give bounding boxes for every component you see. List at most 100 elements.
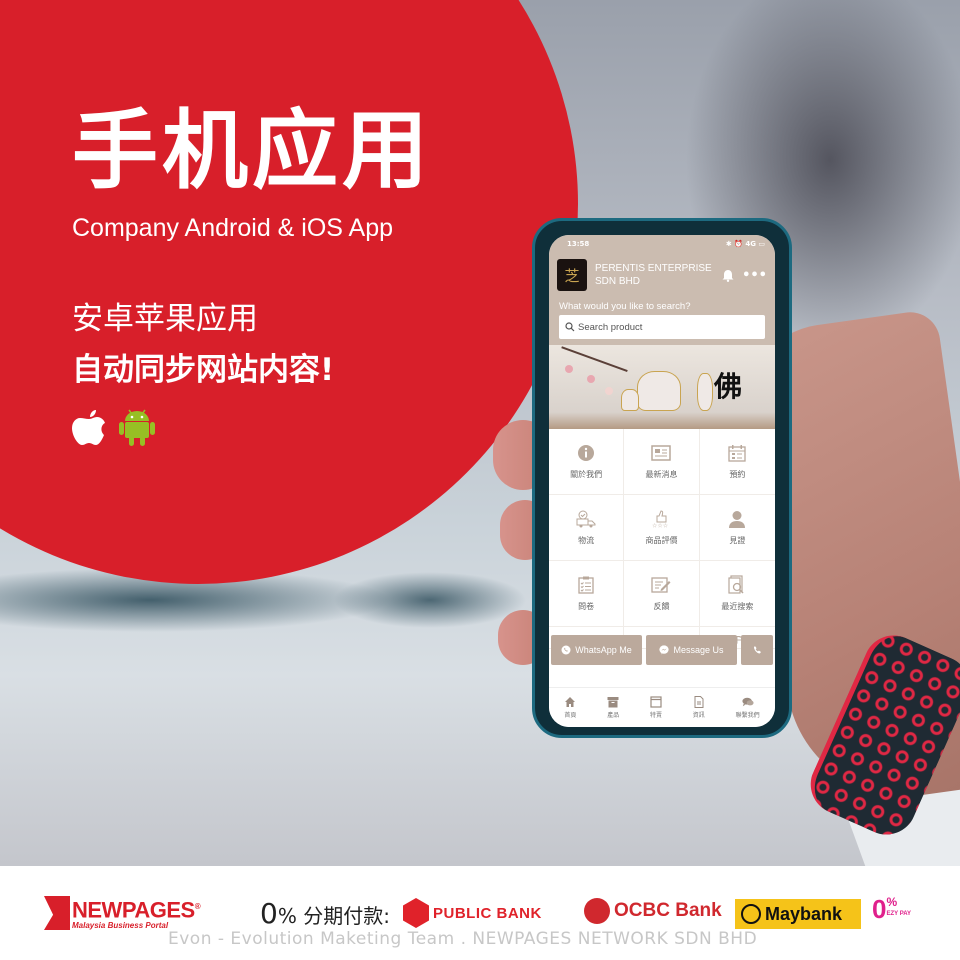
tab-item[interactable]: 特賣 [650, 696, 662, 719]
newpages-logo[interactable]: NEWPAGES® Malaysia Business Portal [44, 896, 201, 930]
tab-item[interactable]: 首頁 [564, 696, 576, 719]
feedback-edit-icon [651, 575, 671, 595]
newpages-flag-icon [44, 896, 70, 930]
call-button[interactable] [741, 635, 773, 665]
company-name: PERENTIS ENTERPRISE SDN BHD [595, 262, 714, 288]
public-bank-name: PUBLIC BANK [433, 904, 542, 922]
menu-item[interactable]: 反饋 [624, 561, 700, 627]
tab-label: 資訊 [692, 712, 705, 719]
company-name-line-2: SDN BHD [595, 276, 641, 287]
ezypay-zero: 0 [872, 894, 887, 924]
status-icons: ✱ ⏰ 4G ▭ [725, 240, 765, 248]
hero-line-1: 安卓苹果应用 [72, 301, 258, 337]
window-icon [650, 696, 662, 708]
phone-icon [753, 645, 761, 653]
menu-item[interactable]: 最新消息 [624, 429, 700, 495]
checklist-icon [576, 575, 596, 595]
archive-box-icon [607, 696, 619, 708]
menu-item-label: 問卷 [578, 602, 595, 611]
menu-item-label: 物流 [578, 536, 595, 545]
tab-label: 產品 [607, 712, 620, 719]
company-logo: 芝 [557, 259, 587, 291]
menu-item-label: 商品評價 [645, 536, 678, 545]
menu-item[interactable]: 預約 [699, 429, 775, 495]
jar [621, 389, 639, 411]
maybank-name: Maybank [765, 903, 843, 924]
menu-item[interactable]: 關於我們 [549, 429, 625, 495]
maybank-tiger-icon [741, 904, 761, 924]
user-icon [727, 509, 747, 529]
search-input[interactable]: Search product [559, 315, 765, 339]
tab-label: 特賣 [649, 712, 662, 719]
promo-banner[interactable]: 佛 [549, 345, 775, 429]
whatsapp-icon [561, 645, 571, 655]
contact-actions: WhatsApp Me Message Us [549, 635, 775, 665]
newpages-brand: NEWPAGES® [72, 897, 201, 923]
menu-item-label: 最近搜索 [721, 602, 754, 611]
smartphone: 13:58 ✱ ⏰ 4G ▭ 芝 PERENTIS ENTERPRISE SDN… [532, 218, 792, 738]
ezypay-label: EZY PAY [886, 911, 912, 917]
hero-text: 手机应用 Company Android & iOS App 安卓苹果应用 自动… [72, 108, 432, 447]
menu-item-label: 預約 [729, 470, 746, 479]
bottom-tab-bar: 首頁 產品 特賣 資訊 聯繫我們 [549, 687, 775, 727]
menu-item[interactable]: 物流 [549, 495, 625, 561]
os-icons [72, 407, 432, 447]
info-icon [576, 443, 596, 463]
calendar-icon [727, 443, 747, 463]
tab-item[interactable]: 產品 [607, 696, 619, 719]
menu-grid: 關於我們 最新消息 預約物流 ☆☆☆ 商品評價 見證問卷 反饋 最近搜索 [549, 429, 775, 649]
ocbc-bank-name: OCBC Bank [614, 900, 722, 921]
app-header: 芝 PERENTIS ENTERPRISE SDN BHD ••• [549, 253, 775, 297]
menu-item[interactable]: ☆☆☆ 商品評價 [624, 495, 700, 561]
phone-screen: 13:58 ✱ ⏰ 4G ▭ 芝 PERENTIS ENTERPRISE SDN… [549, 235, 775, 727]
recent-search-icon [727, 575, 747, 595]
message-us-button[interactable]: Message Us [646, 635, 737, 665]
hero-subtitle: Company Android & iOS App [72, 214, 394, 242]
status-time: 13:58 [567, 240, 590, 248]
blossom [587, 375, 595, 383]
newspaper-icon [651, 443, 672, 463]
delivery-truck-icon [576, 509, 596, 529]
maybank-logo: Maybank [735, 899, 861, 929]
ocbc-bank-logo: OCBC Bank [584, 898, 722, 924]
messenger-icon [659, 645, 670, 655]
ocbc-icon [584, 898, 610, 924]
hero-line-2: 自动同步网站内容! [72, 352, 335, 388]
message-us-label: Message Us [673, 645, 724, 655]
tab-label: 首頁 [564, 712, 577, 719]
menu-item-label: 反饋 [653, 602, 670, 611]
apple-icon [72, 410, 105, 445]
company-name-line-1: PERENTIS ENTERPRISE [595, 263, 712, 274]
menu-item[interactable]: 最近搜索 [699, 561, 775, 627]
document-icon [693, 696, 705, 708]
search-icon [565, 322, 575, 332]
tab-item[interactable]: 聯繫我們 [736, 696, 760, 719]
menu-item-label: 最新消息 [645, 470, 678, 479]
installment-text: 0% 分期付款: [260, 897, 390, 930]
search-section: What would you like to search? Search pr… [549, 297, 775, 345]
tab-item[interactable]: 資訊 [693, 696, 705, 719]
background-photo: 手机应用 Company Android & iOS App 安卓苹果应用 自动… [0, 0, 960, 866]
public-bank-icon [403, 898, 429, 928]
search-placeholder: Search product [578, 321, 643, 333]
jar [637, 371, 681, 411]
menu-item-label: 關於我們 [570, 470, 603, 479]
blossom [605, 387, 613, 395]
whatsapp-label: WhatsApp Me [575, 645, 632, 655]
status-bar: 13:58 ✱ ⏰ 4G ▭ [549, 235, 775, 253]
public-bank-logo: PUBLIC BANK [403, 898, 542, 928]
tab-label: 聯繫我們 [735, 712, 760, 719]
search-prompt: What would you like to search? [559, 301, 691, 312]
menu-item[interactable]: 問卷 [549, 561, 625, 627]
installment-label: % 分期付款: [277, 904, 390, 928]
hero-title: 手机应用 [72, 101, 432, 201]
ezypay-percent: % [886, 895, 898, 909]
thumbs-up-rating-icon: ☆☆☆ [651, 509, 671, 529]
ezypay-logo: 0 % EZY PAY [872, 896, 911, 922]
more-options-icon[interactable]: ••• [742, 268, 767, 283]
svg-text:☆☆☆: ☆☆☆ [652, 523, 668, 529]
watermark: Evon - Evolution Maketing Team . NEWPAGE… [168, 929, 758, 949]
menu-item[interactable]: 見證 [699, 495, 775, 561]
bell-icon[interactable] [722, 269, 734, 282]
whatsapp-button[interactable]: WhatsApp Me [551, 635, 642, 665]
